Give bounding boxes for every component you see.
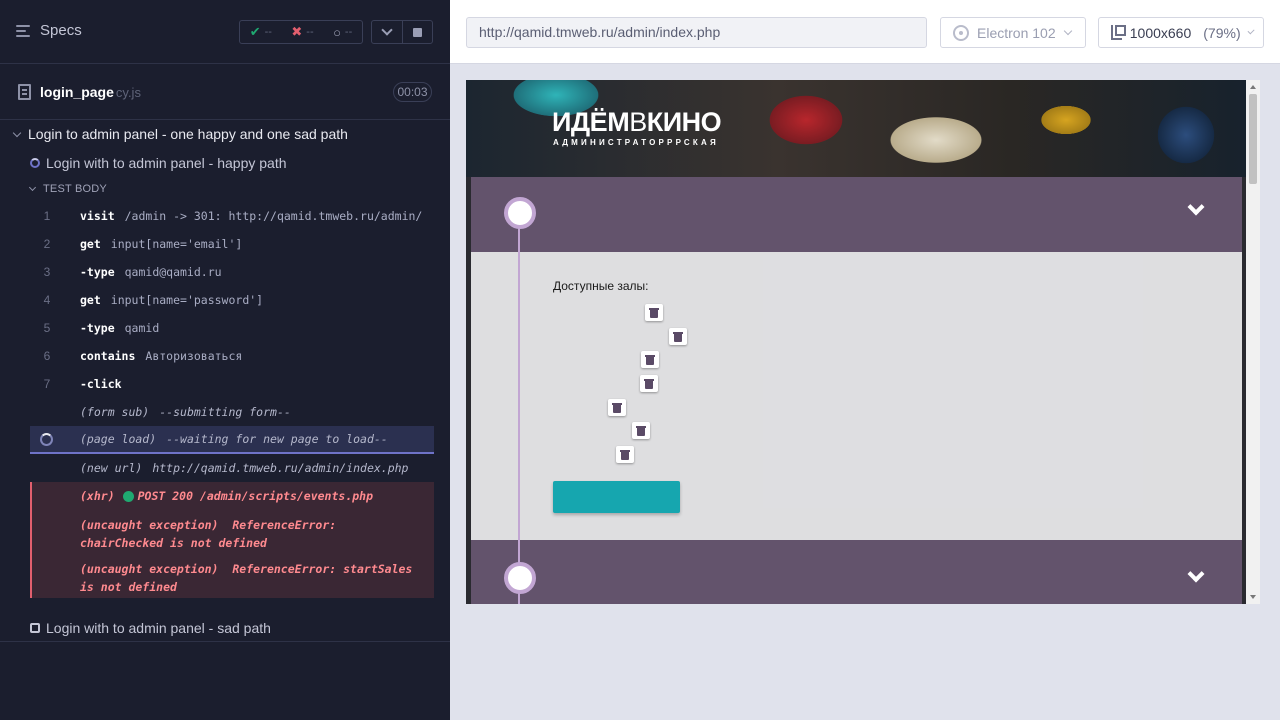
electron-icon [953, 24, 969, 41]
viewport-info[interactable]: 1000x660 (79%) [1098, 17, 1264, 48]
chevron-down-icon [1063, 26, 1073, 36]
create-hall-button[interactable] [553, 481, 680, 513]
status-dot-icon [122, 490, 134, 502]
scroll-up-icon [1250, 85, 1256, 89]
cross-icon: ✖ [291, 24, 303, 39]
running-icon [30, 158, 40, 168]
chevron-down-icon [381, 24, 393, 36]
test-sad-path[interactable]: Login with to admin panel - sad path [30, 620, 271, 636]
aut-header: http://qamid.tmweb.ru/admin/index.php El… [450, 0, 1280, 64]
logo-subtitle: АДМИНИСТРАТОРРРСКАЯ [553, 138, 719, 147]
stop-button[interactable] [401, 21, 433, 43]
exception-row[interactable]: (uncaught exception) ReferenceError: cha… [32, 510, 434, 554]
spec-file-header: login_page cy.js [0, 64, 450, 120]
delete-hall-button[interactable] [645, 304, 663, 321]
test-stats: ✔ -- ✖ -- ○ -- [239, 20, 363, 44]
suite-title[interactable]: Login to admin panel - one happy and one… [12, 126, 348, 142]
exception-row[interactable]: (uncaught exception) ReferenceError: sta… [32, 554, 434, 598]
timeline-line [518, 213, 520, 604]
spec-file-name[interactable]: login_page cy.js [40, 84, 141, 100]
chevron-down-icon [1187, 565, 1205, 583]
run-controls [371, 20, 433, 44]
section-header-config[interactable] [471, 540, 1242, 604]
specs-button[interactable]: Specs [16, 22, 82, 39]
spinner-icon [40, 433, 53, 446]
circle-icon: ○ [333, 24, 341, 40]
url-bar[interactable]: http://qamid.tmweb.ru/admin/index.php [466, 17, 927, 48]
check-icon: ✔ [249, 24, 261, 39]
command-row[interactable]: (new url) http://qamid.tmweb.ru/admin/ind… [30, 454, 434, 482]
stop-icon [412, 27, 422, 37]
command-log-panel: Specs ✔ -- ✖ -- ○ -- login_page cy.js 00:03 … [0, 0, 450, 720]
aut-panel: http://qamid.tmweb.ru/admin/index.php El… [450, 0, 1280, 720]
specs-label: Specs [40, 22, 82, 39]
delete-hall-button[interactable] [640, 375, 658, 392]
command-row[interactable]: 6 contains Авторизоваться [30, 342, 434, 370]
viewport-icon [1111, 25, 1126, 40]
command-row[interactable]: (form sub) --submitting form-- [30, 398, 434, 426]
aut-scrollbar[interactable] [1246, 80, 1260, 604]
chevron-down-icon [1187, 198, 1205, 216]
timeline-node [504, 562, 536, 594]
browser-select[interactable]: Electron 102 [940, 17, 1086, 48]
command-row[interactable]: 2 get input[name='email'] [30, 230, 434, 258]
command-list: 1 visit/admin -> 301: http://qamid.tmweb.… [30, 202, 434, 598]
chevron-down-icon [12, 128, 22, 137]
site-logo: ИДЁМВКИНО [552, 107, 722, 137]
section-header-halls[interactable] [471, 177, 1242, 252]
command-row[interactable]: 1 visit/admin -> 301: http://qamid.tmweb.… [30, 202, 434, 230]
passed-stat: ✔ -- [249, 24, 272, 39]
halls-label: Доступные залы: [553, 279, 649, 293]
pending-test-icon [30, 623, 40, 633]
failed-stat: ✖ -- [291, 24, 314, 39]
chevron-down-icon [28, 183, 37, 192]
duration-badge: 00:03 [393, 82, 432, 102]
delete-hall-button[interactable] [608, 399, 626, 416]
delete-hall-button[interactable] [632, 422, 650, 439]
test-happy-path[interactable]: Login with to admin panel - happy path [30, 155, 287, 171]
exception-text: (uncaught exception) ReferenceError: sta… [80, 562, 413, 594]
pending-stat: ○ -- [333, 24, 353, 40]
exception-text: (uncaught exception) ReferenceError: cha… [80, 518, 337, 550]
chevron-down-icon [1247, 27, 1255, 35]
error-block: (xhr) POST 200 /admin/scripts/events.php … [30, 482, 434, 598]
document-icon [18, 84, 31, 100]
command-row-pending[interactable]: (page load) --waiting for new page to loa… [30, 426, 434, 454]
command-row[interactable]: 3 -type qamid@qamid.ru [30, 258, 434, 286]
test-body-toggle[interactable]: TEST BODY [28, 183, 107, 195]
delete-hall-button[interactable] [641, 351, 659, 368]
menu-icon [16, 24, 32, 38]
command-row[interactable]: 4 get input[name='password'] [30, 286, 434, 314]
command-row[interactable]: 5 -type qamid [30, 314, 434, 342]
reporter-header: Specs ✔ -- ✖ -- ○ -- [0, 0, 450, 64]
delete-hall-button[interactable] [616, 446, 634, 463]
scroll-down-icon [1250, 595, 1256, 599]
divider [0, 641, 450, 642]
app-under-test: ИДЁМВКИНО АДМИНИСТРАТОРРРСКАЯ Доступные … [466, 80, 1246, 604]
xhr-row[interactable]: (xhr) POST 200 /admin/scripts/events.php [32, 482, 434, 510]
collapse-button[interactable] [372, 21, 402, 43]
command-row[interactable]: 7 -click [30, 370, 434, 398]
timeline-node [504, 197, 536, 229]
delete-hall-button[interactable] [669, 328, 687, 345]
scroll-thumb[interactable] [1249, 94, 1257, 184]
